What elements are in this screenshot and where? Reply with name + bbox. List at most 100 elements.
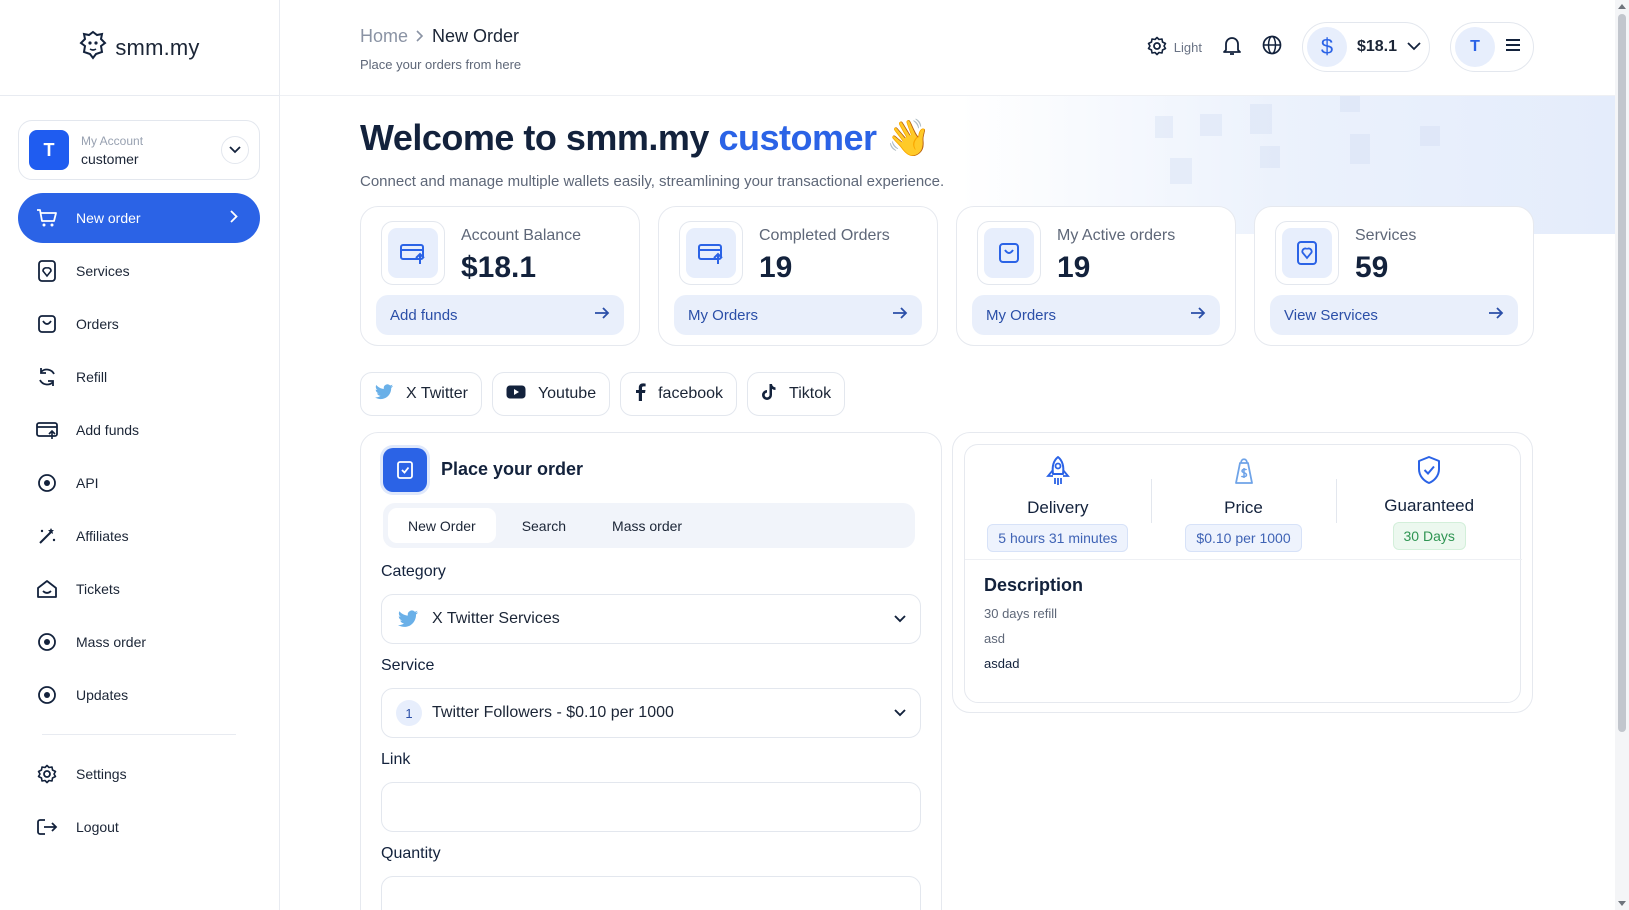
sidebar-item-services[interactable]: Services [18,246,260,296]
quantity-label: Quantity [381,845,441,862]
card-upload-icon [388,228,438,278]
sidebar-item-tickets[interactable]: Tickets [18,564,260,614]
service-label: Service [381,657,435,674]
breadcrumb-current: New Order [432,26,520,46]
platform-label: X Twitter [406,385,468,402]
link-input[interactable] [381,782,921,832]
lion-logo-icon [79,30,107,65]
quantity-input[interactable] [381,876,921,910]
service-id-badge: 1 [396,700,422,726]
header-balance: $18.1 [1356,38,1397,55]
logo[interactable]: smm.my [0,0,279,96]
service-value: Twitter Followers - $0.10 per 1000 [432,704,674,721]
account-dropdown-button[interactable] [221,136,249,164]
scroll-down-arrow-icon[interactable] [1618,901,1626,906]
sun-gear-icon [1147,36,1167,59]
stat-action-label: My Orders [986,306,1057,324]
order-mode-tabs: New Order Search Mass order [383,503,915,548]
sidebar-item-affiliates[interactable]: Affiliates [18,511,260,561]
category-select[interactable]: X Twitter Services [381,594,921,644]
sidebar-item-logout[interactable]: Logout [18,802,260,852]
stat-action-label: View Services [1284,306,1378,324]
sidebar-item-mass-order[interactable]: Mass order [18,617,260,667]
chevron-down-icon [894,704,906,722]
welcome-prefix: Welcome to smm.my [360,117,709,158]
stat-card-balance: Account Balance $18.1 Add funds [360,206,640,346]
sidebar-item-api[interactable]: API [18,458,260,508]
sidebar-item-settings[interactable]: Settings [18,749,260,799]
refill-icon [36,366,58,388]
stat-card-services: Services 59 View Services [1254,206,1534,346]
order-checklist-icon [383,448,427,492]
platform-label: Tiktok [789,385,832,402]
stat-cards: Account Balance $18.1 Add funds Complete… [360,206,1534,346]
category-value: X Twitter Services [432,610,560,627]
sidebar-item-orders[interactable]: Orders [18,299,260,349]
price-label: Price [1224,498,1263,517]
sidebar-item-updates[interactable]: Updates [18,670,260,720]
services-icon [1282,228,1332,278]
scrollbar-thumb[interactable] [1618,14,1626,732]
breadcrumb-home[interactable]: Home [360,26,408,47]
category-label: Category [381,563,446,580]
platform-tab-tiktok[interactable]: Tiktok [747,372,846,416]
tab-mass-order[interactable]: Mass order [592,508,702,543]
sidebar: smm.my T My Account customer New order S… [0,0,280,910]
breadcrumb: Home New Order [360,26,519,47]
brand-name: smm.my [115,34,200,60]
stat-label: Services [1355,227,1417,244]
stat-card-completed-orders: Completed Orders 19 My Orders [658,206,938,346]
description-line: 30 days refill [984,606,1057,621]
hamburger-menu-icon[interactable] [1505,38,1521,57]
sidebar-item-label: Settings [76,766,127,782]
my-orders-button[interactable]: My Orders [972,295,1220,335]
affiliates-icon [36,525,58,547]
description-line: asd [984,631,1005,646]
tiktok-icon [761,383,777,406]
platform-label: Youtube [537,385,597,402]
card-icon [36,419,58,441]
balance-dropdown[interactable]: $ $18.1 [1301,22,1430,72]
header-actions: Light $ $18.1 T [1147,22,1534,72]
platform-tab-youtube[interactable]: Youtube [491,372,611,416]
sidebar-item-new-order[interactable]: New order [18,193,260,243]
price-tag-icon [1230,455,1258,492]
stat-value: 19 [1057,251,1091,284]
add-funds-button[interactable]: Add funds [376,295,624,335]
globe-icon[interactable] [1262,35,1282,60]
my-orders-button[interactable]: My Orders [674,295,922,335]
sidebar-item-refill[interactable]: Refill [18,352,260,402]
theme-toggle[interactable]: Light [1147,36,1202,59]
sidebar-item-label: Logout [76,819,119,835]
service-select[interactable]: 1 Twitter Followers - $0.10 per 1000 [381,688,921,738]
account-name: customer [81,150,139,167]
platform-filter: X Twitter Youtube facebook Tiktok [360,372,846,416]
updates-icon [36,684,58,706]
platform-tab-twitter[interactable]: X Twitter [360,372,482,416]
platform-label: facebook [658,385,724,402]
orders-bag-icon [36,313,58,335]
place-order-panel: Place your order New Order Search Mass o… [360,432,942,910]
stat-label: Completed Orders [759,227,890,244]
arrow-right-icon [1488,306,1504,324]
tab-search[interactable]: Search [502,508,586,543]
chevron-down-icon [894,610,906,628]
stat-value: $18.1 [461,251,537,284]
sidebar-item-add-funds[interactable]: Add funds [18,405,260,455]
view-services-button[interactable]: View Services [1270,295,1518,335]
chevron-right-icon [230,210,238,226]
page-scrollbar[interactable] [1615,0,1629,910]
stat-card-active-orders: My Active orders 19 My Orders [956,206,1236,346]
user-menu[interactable]: T [1450,22,1534,72]
tab-new-order[interactable]: New Order [388,508,496,543]
bell-icon[interactable] [1222,34,1242,61]
waving-hand-emoji: 👋 [886,117,931,158]
stat-label: Account Balance [461,227,582,244]
sidebar-item-label: Refill [76,369,108,385]
platform-tab-facebook[interactable]: facebook [620,372,738,416]
order-title: Place your order [441,459,584,479]
scroll-up-arrow-icon[interactable] [1618,4,1626,9]
delivery-label: Delivery [1027,498,1089,517]
rocket-icon [1044,455,1072,492]
account-switcher[interactable]: T My Account customer [18,120,260,180]
